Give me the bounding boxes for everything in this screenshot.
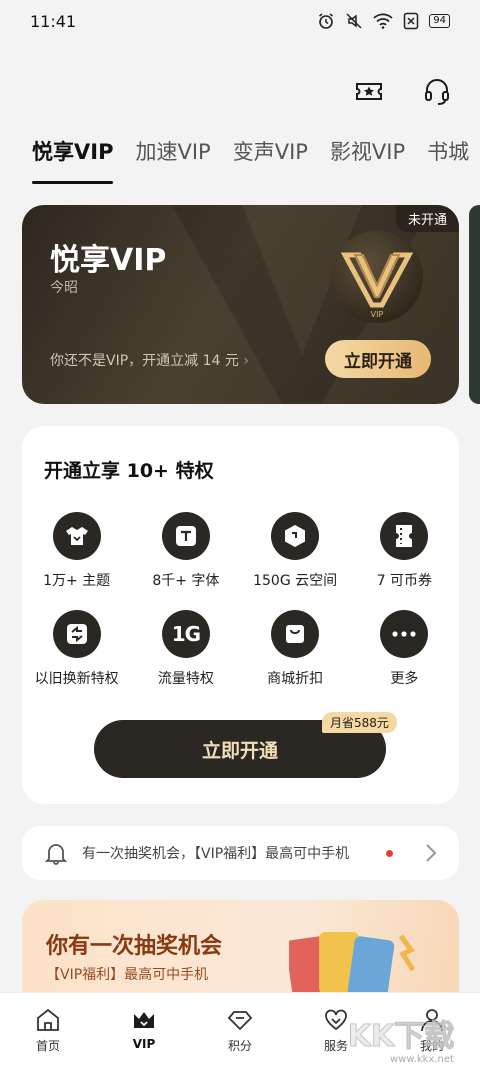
privilege-item-fonts[interactable]: 8千+ 字体 — [131, 512, 240, 590]
open-vip-button[interactable]: 立即开通 — [325, 340, 431, 378]
privilege-item-more[interactable]: 更多 — [350, 610, 459, 688]
cloud-box-icon — [271, 512, 320, 560]
more-icon — [380, 610, 429, 658]
home-icon — [37, 1008, 59, 1031]
data-1g-icon: 1G — [161, 610, 210, 658]
notice-bar[interactable]: 有一次抽奖机会，【VIP福利】最高可中手机 — [22, 826, 459, 880]
privilege-item-cloud[interactable]: 150G 云空间 — [241, 512, 350, 590]
crown-icon — [134, 1012, 154, 1028]
privilege-label: 1万+ 主题 — [43, 573, 111, 589]
status-badge: 未开通 — [395, 205, 459, 232]
nav-home[interactable]: 首页 — [13, 1007, 83, 1054]
privilege-label: 流量特权 — [157, 671, 214, 687]
bag-icon — [271, 610, 320, 658]
tab-video-vip[interactable]: 影视VIP — [330, 136, 405, 184]
watermark-text: KK下载 — [348, 1019, 455, 1054]
privilege-card: 开通立享 10+ 特权 1万+ 主题 8千+ 字体 150G 云空间 7 可币券 — [22, 426, 459, 804]
ticket-icon — [380, 512, 429, 560]
privilege-item-trade-in[interactable]: 以旧换新特权 — [22, 610, 131, 688]
shirt-icon — [52, 512, 101, 560]
privilege-label: 8千+ 字体 — [152, 573, 220, 589]
nav-label: 积分 — [227, 1039, 252, 1053]
watermark-url: www.kkx.net — [390, 1054, 454, 1065]
font-icon — [161, 512, 210, 560]
lottery-subtitle: 【VIP福利】最高可中手机 — [46, 967, 209, 983]
status-bar: 11:41 94 — [0, 0, 480, 42]
vip-discount-tip[interactable]: 你还不是VIP，开通立减 14 元 › — [50, 350, 249, 370]
lottery-title: 你有一次抽奖机会 — [46, 934, 223, 959]
mute-icon — [346, 13, 362, 29]
privilege-item-mall-discount[interactable]: 商城折扣 — [241, 610, 350, 688]
tab-speed-vip[interactable]: 加速VIP — [135, 136, 210, 184]
next-card-peek[interactable] — [469, 205, 480, 404]
privilege-item-data[interactable]: 1G 流量特权 — [131, 610, 240, 688]
vip-tip-text: 你还不是VIP，开通立减 14 元 — [50, 353, 239, 369]
kk-watermark-logo: KK下载 www.kkx.net — [347, 1019, 455, 1066]
privilege-item-themes[interactable]: 1万+ 主题 — [22, 512, 131, 590]
privilege-label: 以旧换新特权 — [34, 671, 119, 687]
status-time: 11:41 — [30, 11, 77, 31]
no-sim-icon — [404, 12, 419, 30]
privilege-label: 商城折扣 — [267, 671, 324, 687]
ticket-star-icon[interactable] — [354, 76, 384, 106]
gold-v-icon: VIP — [340, 252, 414, 319]
wifi-icon — [373, 13, 393, 29]
privilege-label: 150G 云空间 — [253, 573, 338, 589]
vip-tabs: 悦享VIP 加速VIP 变声VIP 影视VIP 书城 — [32, 136, 480, 184]
user-name: 今昭 — [50, 280, 78, 296]
nav-label: VIP — [132, 1037, 156, 1051]
tab-yuexiang-vip[interactable]: 悦享VIP — [32, 136, 114, 184]
vip-logo-text: VIP — [371, 310, 384, 319]
tab-voice-vip[interactable]: 变声VIP — [233, 136, 308, 184]
tab-book-city[interactable]: 书城 — [427, 136, 469, 184]
diamond-icon — [227, 1011, 253, 1031]
site-watermark: KK下载 www.kkx.net — [342, 1012, 460, 1066]
headset-service-icon[interactable] — [422, 76, 452, 106]
data-1g-glyph: 1G — [171, 622, 201, 646]
privilege-grid: 1万+ 主题 8千+ 字体 150G 云空间 7 可币券 以旧换新特权 1G 流… — [22, 512, 459, 688]
monthly-saving-badge: 月省588元 — [322, 712, 397, 733]
privilege-item-coupons[interactable]: 7 可币券 — [350, 512, 459, 590]
vip-card-title: 悦享VIP — [50, 243, 167, 278]
battery-indicator: 94 — [429, 14, 450, 28]
unread-dot — [386, 849, 393, 857]
vip-logo: VIP — [331, 231, 423, 323]
chevron-right-icon — [426, 844, 437, 862]
alarm-icon — [319, 13, 334, 29]
nav-points[interactable]: 积分 — [205, 1007, 275, 1054]
exchange-icon — [52, 610, 101, 658]
vip-status-card[interactable]: 未开通 悦享VIP 今昭 VIP 你还不是VIP，开通立减 14 元 › 立即开… — [22, 205, 459, 404]
privilege-label: 更多 — [390, 671, 419, 687]
status-icons: 94 — [317, 12, 450, 30]
top-actions — [354, 76, 452, 106]
nav-vip[interactable]: VIP — [109, 1007, 179, 1051]
nav-label: 首页 — [35, 1039, 60, 1053]
chevron-right-icon: › — [243, 353, 249, 369]
bell-icon — [44, 844, 68, 865]
privilege-label: 7 可币券 — [376, 573, 433, 589]
notice-text: 有一次抽奖机会，【VIP福利】最高可中手机 — [82, 846, 350, 862]
privilege-heading: 开通立享 10+ 特权 — [44, 460, 214, 482]
